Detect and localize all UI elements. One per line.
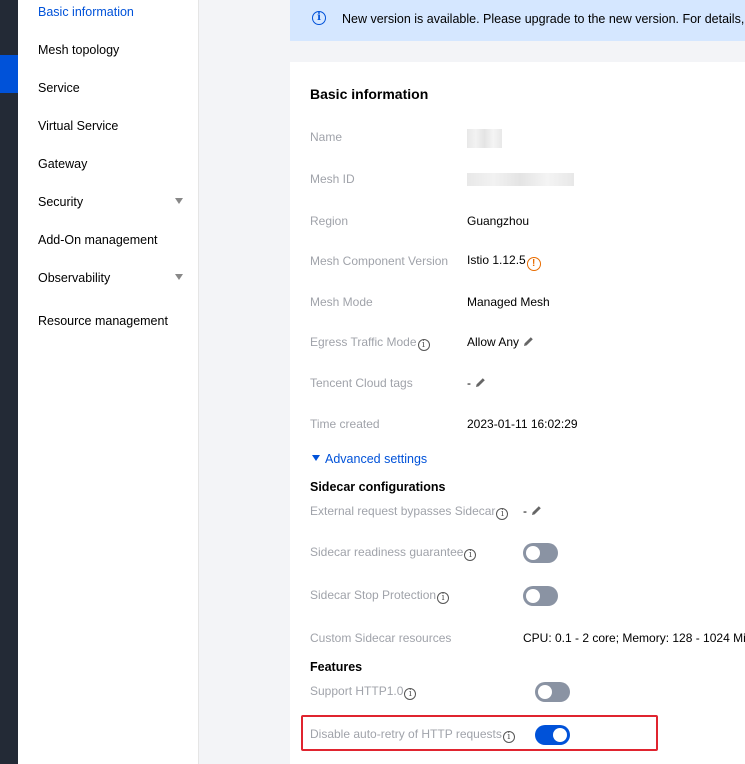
time-created-value: 2023-01-11 16:02:29	[467, 417, 578, 431]
caret-down-icon	[312, 455, 320, 461]
bypass-value: -	[523, 504, 527, 518]
bypass-value-row: -	[523, 504, 543, 518]
app-rail	[0, 0, 18, 764]
caret-down-icon[interactable]	[175, 198, 183, 204]
version-label: Mesh Component Version	[310, 254, 449, 268]
features-section-title: Features	[310, 660, 363, 674]
mesh-id-label: Mesh ID	[310, 172, 355, 186]
sidebar: Basic information Mesh topology Service …	[18, 0, 199, 764]
readiness-label-row: Sidecar readiness guarantee i	[310, 545, 477, 561]
sidebar-item-security[interactable]: Security	[38, 195, 83, 209]
upgrade-banner: i New version is available. Please upgra…	[290, 0, 745, 41]
rail-active-indicator	[0, 55, 18, 93]
sidebar-item-observability[interactable]: Observability	[38, 271, 110, 285]
version-value-row: Istio 1.12.5!	[467, 253, 541, 271]
sidebar-item-basic-information[interactable]: Basic information	[38, 5, 134, 19]
resources-label: Custom Sidecar resources	[310, 631, 452, 645]
egress-mode-label-row: Egress Traffic Mode i	[310, 335, 430, 351]
tags-label: Tencent Cloud tags	[310, 376, 413, 390]
stop-protection-label: Sidecar Stop Protection	[310, 588, 437, 602]
tags-value-row: -	[467, 376, 487, 390]
egress-value: Allow Any	[467, 335, 520, 349]
region-value: Guangzhou	[467, 214, 530, 228]
http10-label-row: Support HTTP1.0 i	[310, 684, 417, 700]
help-circle-icon[interactable]: i	[417, 339, 430, 351]
pencil-icon[interactable]	[530, 504, 543, 517]
card-title: Basic information	[310, 86, 429, 102]
sidebar-item-resource-management[interactable]: Resource management	[38, 314, 168, 328]
readiness-toggle[interactable]	[523, 543, 558, 563]
info-circle-icon: i	[312, 11, 326, 25]
pencil-icon[interactable]	[474, 376, 487, 389]
resources-value: CPU: 0.1 - 2 core; Memory: 128 - 1024 Mi…	[523, 631, 745, 645]
sidebar-item-mesh-topology[interactable]: Mesh topology	[38, 43, 119, 57]
help-circle-icon[interactable]: i	[464, 549, 477, 561]
warning-circle-icon[interactable]: !	[526, 257, 541, 271]
bypass-label-row: External request bypasses Sidecar i	[310, 504, 509, 520]
egress-mode-label: Egress Traffic Mode	[310, 335, 417, 349]
pencil-icon[interactable]	[522, 335, 535, 348]
sidebar-item-service[interactable]: Service	[38, 81, 80, 95]
advanced-settings-label: Advanced settings	[325, 452, 428, 466]
mesh-mode-value: Managed Mesh	[467, 295, 550, 309]
region-label: Region	[310, 214, 349, 228]
stop-protection-toggle[interactable]	[523, 586, 558, 606]
sidebar-item-gateway[interactable]: Gateway	[38, 157, 87, 171]
basic-info-card: Basic information Name Mesh ID Region Gu…	[290, 62, 745, 764]
time-created-label: Time created	[310, 417, 380, 431]
help-circle-icon[interactable]: i	[496, 508, 509, 520]
help-circle-icon[interactable]: i	[404, 688, 417, 700]
advanced-settings-toggle[interactable]: Advanced settings	[312, 452, 427, 466]
http10-toggle[interactable]	[535, 682, 570, 702]
sidebar-item-virtual-service[interactable]: Virtual Service	[38, 119, 118, 133]
mesh-id-value-redacted	[467, 173, 574, 186]
sidebar-item-add-on-management[interactable]: Add-On management	[38, 233, 158, 247]
tags-value: -	[467, 376, 471, 390]
http10-label: Support HTTP1.0	[310, 684, 404, 698]
caret-down-icon[interactable]	[175, 274, 183, 280]
help-circle-icon[interactable]: i	[437, 592, 450, 604]
version-value: Istio 1.12.5	[467, 253, 526, 267]
readiness-label: Sidecar readiness guarantee	[310, 545, 464, 559]
toggle-knob	[526, 546, 540, 560]
annotation-highlight-box	[301, 715, 658, 751]
banner-message: New version is available. Please upgrade…	[342, 12, 745, 26]
bypass-label: External request bypasses Sidecar	[310, 504, 496, 518]
toggle-knob	[526, 589, 540, 603]
egress-value-row: Allow Any	[467, 335, 535, 349]
toggle-knob	[538, 685, 552, 699]
sidecar-section-title: Sidecar configurations	[310, 480, 446, 494]
stop-protection-label-row: Sidecar Stop Protection i	[310, 588, 450, 604]
mesh-mode-label: Mesh Mode	[310, 295, 373, 309]
name-value-redacted	[467, 129, 502, 148]
name-label: Name	[310, 130, 343, 144]
